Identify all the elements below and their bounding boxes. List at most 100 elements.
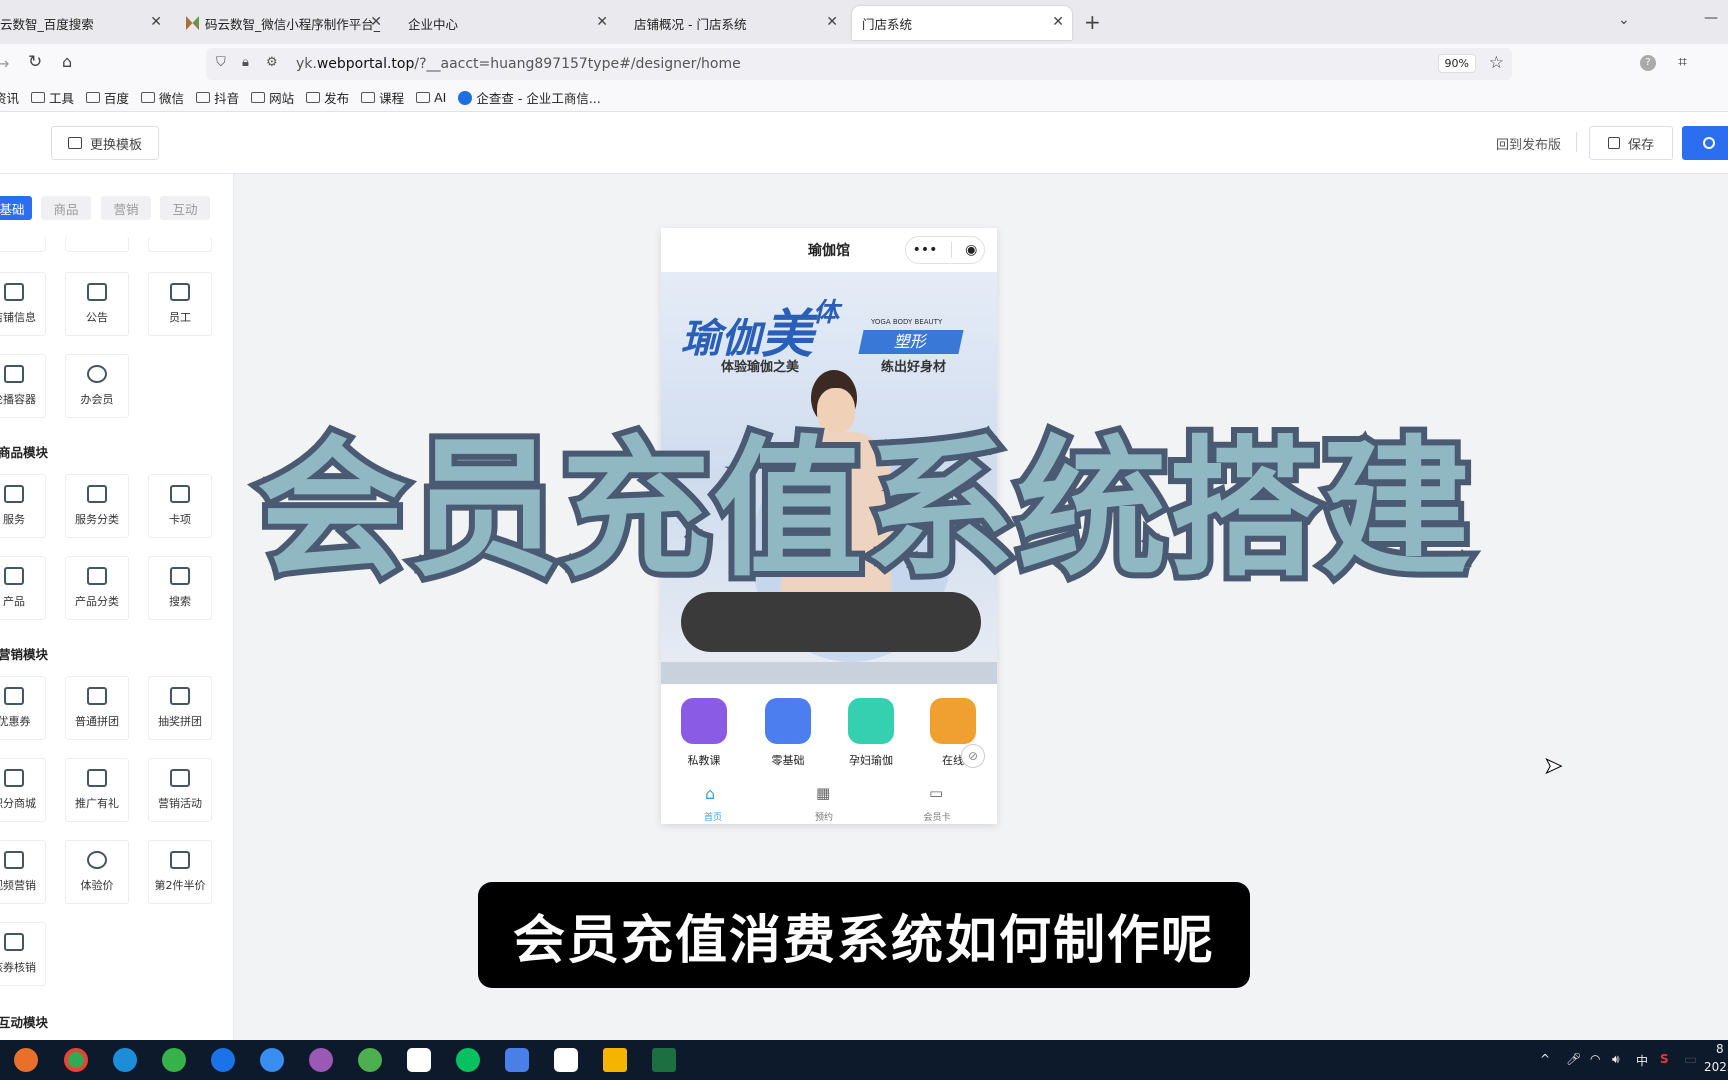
component-second-half-price[interactable]: 第2件半价 — [148, 840, 212, 904]
screen-capture-icon[interactable] — [554, 1048, 578, 1072]
tab-baidu[interactable]: 云数智_百度搜索 ✕ — [0, 6, 170, 40]
bookmark-folder-baidu[interactable]: 百度 — [86, 88, 129, 107]
component-staff[interactable]: 员工 — [148, 272, 212, 336]
new-tab-button[interactable]: + — [1084, 10, 1101, 34]
site-settings-icon[interactable]: ⚙ — [266, 55, 278, 70]
beginner-icon[interactable] — [765, 698, 811, 744]
bookmark-folder-website[interactable]: 网站 — [251, 88, 294, 107]
tab-list-chevron-icon[interactable]: ⌄ — [1618, 12, 1630, 28]
browser-360-icon[interactable] — [162, 1048, 186, 1072]
nav-member-card[interactable]: 会员卡 — [907, 810, 967, 823]
component-store-info[interactable]: 店铺信息 — [0, 272, 46, 336]
ime-indicator[interactable]: 中 — [1636, 1052, 1648, 1069]
tab-goods[interactable]: 商品 — [41, 196, 91, 220]
private-class-icon[interactable] — [681, 698, 727, 744]
component-card[interactable] — [148, 236, 212, 252]
microphone-icon[interactable]: 🎤︎ — [1566, 1052, 1581, 1066]
mini-program-capsule[interactable]: ••• ◉ — [905, 236, 985, 264]
component-service[interactable]: 服务 — [0, 474, 46, 538]
url-text[interactable]: yk.webportal.top/?__aacct=huang897157typ… — [296, 56, 741, 72]
close-icon[interactable]: ✕ — [370, 14, 382, 30]
close-icon[interactable]: ✕ — [150, 14, 162, 30]
tab-store-overview[interactable]: 店铺概况 - 门店系统 ✕ — [624, 6, 846, 40]
address-bar[interactable]: ⛉ 🔒︎ ⚙ yk.webportal.top/?__aacct=huang89… — [206, 48, 1512, 80]
change-template-button[interactable]: 更换模板 — [51, 126, 159, 160]
lock-icon[interactable]: 🔒︎ — [242, 55, 249, 70]
close-target-icon[interactable]: ◉ — [965, 242, 977, 258]
crop-icon[interactable]: ⌗ — [1678, 52, 1687, 72]
wifi-icon[interactable]: ◠ — [1590, 1052, 1600, 1066]
tab-enterprise[interactable]: 企业中心 ✕ — [398, 6, 616, 40]
save-button[interactable]: 保存 — [1589, 126, 1673, 160]
more-icon[interactable]: ••• — [913, 242, 938, 258]
component-group-buy[interactable]: 普通拼团 — [65, 676, 129, 740]
component-carousel[interactable]: 轮播容器 — [0, 354, 46, 418]
close-icon[interactable]: ✕ — [826, 14, 838, 30]
bookmark-folder-wechat[interactable]: 微信 — [141, 88, 184, 107]
component-lottery-group[interactable]: 抽奖拼团 — [148, 676, 212, 740]
preview-button[interactable] — [1682, 126, 1728, 160]
nav-booking[interactable]: 预约 — [794, 810, 854, 823]
reload-icon[interactable]: ↻ — [28, 52, 42, 72]
component-trial-price[interactable]: 体验价 — [65, 840, 129, 904]
chrome-icon[interactable] — [64, 1048, 88, 1072]
close-icon[interactable]: ✕ — [1052, 14, 1064, 30]
firefox-icon[interactable] — [14, 1048, 38, 1072]
home-icon[interactable]: ⌂ — [62, 52, 72, 71]
component-video-marketing[interactable]: 视频营销 — [0, 840, 46, 904]
bookmark-folder-ai[interactable]: AI — [416, 90, 446, 105]
calendar-icon[interactable]: ▦ — [816, 784, 830, 802]
volume-icon[interactable]: 🔊︎ — [1612, 1052, 1620, 1067]
notification-icon[interactable]: ▭ — [1684, 1052, 1697, 1068]
shield-icon[interactable]: ⛉ — [216, 55, 226, 70]
file-explorer-icon[interactable] — [603, 1048, 627, 1072]
clock-date[interactable]: 2025 — [1704, 1060, 1728, 1074]
online-icon[interactable] — [930, 698, 976, 744]
bookmark-qichacha[interactable]: 企查查 - 企业工商信... — [458, 88, 601, 107]
tab-mayun[interactable]: 码云数智_微信小程序制作平台_ ✕ — [176, 6, 390, 40]
sogou-ime-icon[interactable]: S — [1660, 1052, 1669, 1066]
home-icon[interactable]: ⌂ — [705, 784, 715, 803]
tab-basic[interactable]: 基础 — [0, 196, 32, 220]
component-card[interactable] — [65, 236, 129, 252]
note-app-icon[interactable] — [505, 1048, 529, 1072]
tab-marketing[interactable]: 营销 — [101, 196, 151, 220]
extension-icon[interactable]: ? — [1640, 55, 1656, 71]
qq-browser-icon[interactable] — [260, 1048, 284, 1072]
link-icon[interactable]: ⊘ — [961, 744, 985, 768]
component-referral[interactable]: 推广有礼 — [65, 758, 129, 822]
bookmark-folder-douyin[interactable]: 抖音 — [196, 88, 239, 107]
zoom-level[interactable]: 90% — [1437, 54, 1476, 73]
component-product[interactable]: 产品 — [0, 556, 46, 620]
minimize-icon[interactable]: — — [1704, 10, 1718, 26]
component-notice[interactable]: 公告 — [65, 272, 129, 336]
bookmark-folder-tools[interactable]: 工具 — [31, 88, 74, 107]
bookmark-star-icon[interactable]: ☆ — [1489, 53, 1504, 73]
bookmark-news[interactable]: 资讯 — [0, 88, 19, 107]
tab-store-system[interactable]: 门店系统 ✕ — [852, 6, 1072, 40]
component-coupon[interactable]: 优惠券 — [0, 676, 46, 740]
tab-interact[interactable]: 互动 — [160, 196, 210, 220]
close-icon[interactable]: ✕ — [596, 14, 608, 30]
component-product-category[interactable]: 产品分类 — [65, 556, 129, 620]
sogou-icon[interactable] — [211, 1048, 235, 1072]
component-membership[interactable]: 办会员 — [65, 354, 129, 418]
excel-icon[interactable] — [652, 1048, 676, 1072]
back-to-published-link[interactable]: 回到发布版 — [1496, 134, 1561, 153]
component-coupon-verify[interactable]: 核券核销 — [0, 922, 46, 986]
color-app-icon[interactable] — [309, 1048, 333, 1072]
forward-icon[interactable]: → — [0, 54, 9, 73]
nav-home[interactable]: 首页 — [683, 810, 743, 823]
edge-icon[interactable] — [113, 1048, 137, 1072]
component-card[interactable] — [0, 236, 46, 252]
prenatal-yoga-icon[interactable] — [848, 698, 894, 744]
member-card-icon[interactable]: ▭ — [929, 784, 943, 802]
component-points-mall[interactable]: 积分商城 — [0, 758, 46, 822]
flower-app-icon[interactable] — [358, 1048, 382, 1072]
qq-icon[interactable] — [407, 1048, 431, 1072]
component-marketing-activity[interactable]: 营销活动 — [148, 758, 212, 822]
tray-chevron-icon[interactable]: ^ — [1540, 1052, 1550, 1066]
wechat-icon[interactable] — [456, 1048, 480, 1072]
clock-time[interactable]: 8 — [1716, 1042, 1724, 1056]
bookmark-folder-publish[interactable]: 发布 — [306, 88, 349, 107]
